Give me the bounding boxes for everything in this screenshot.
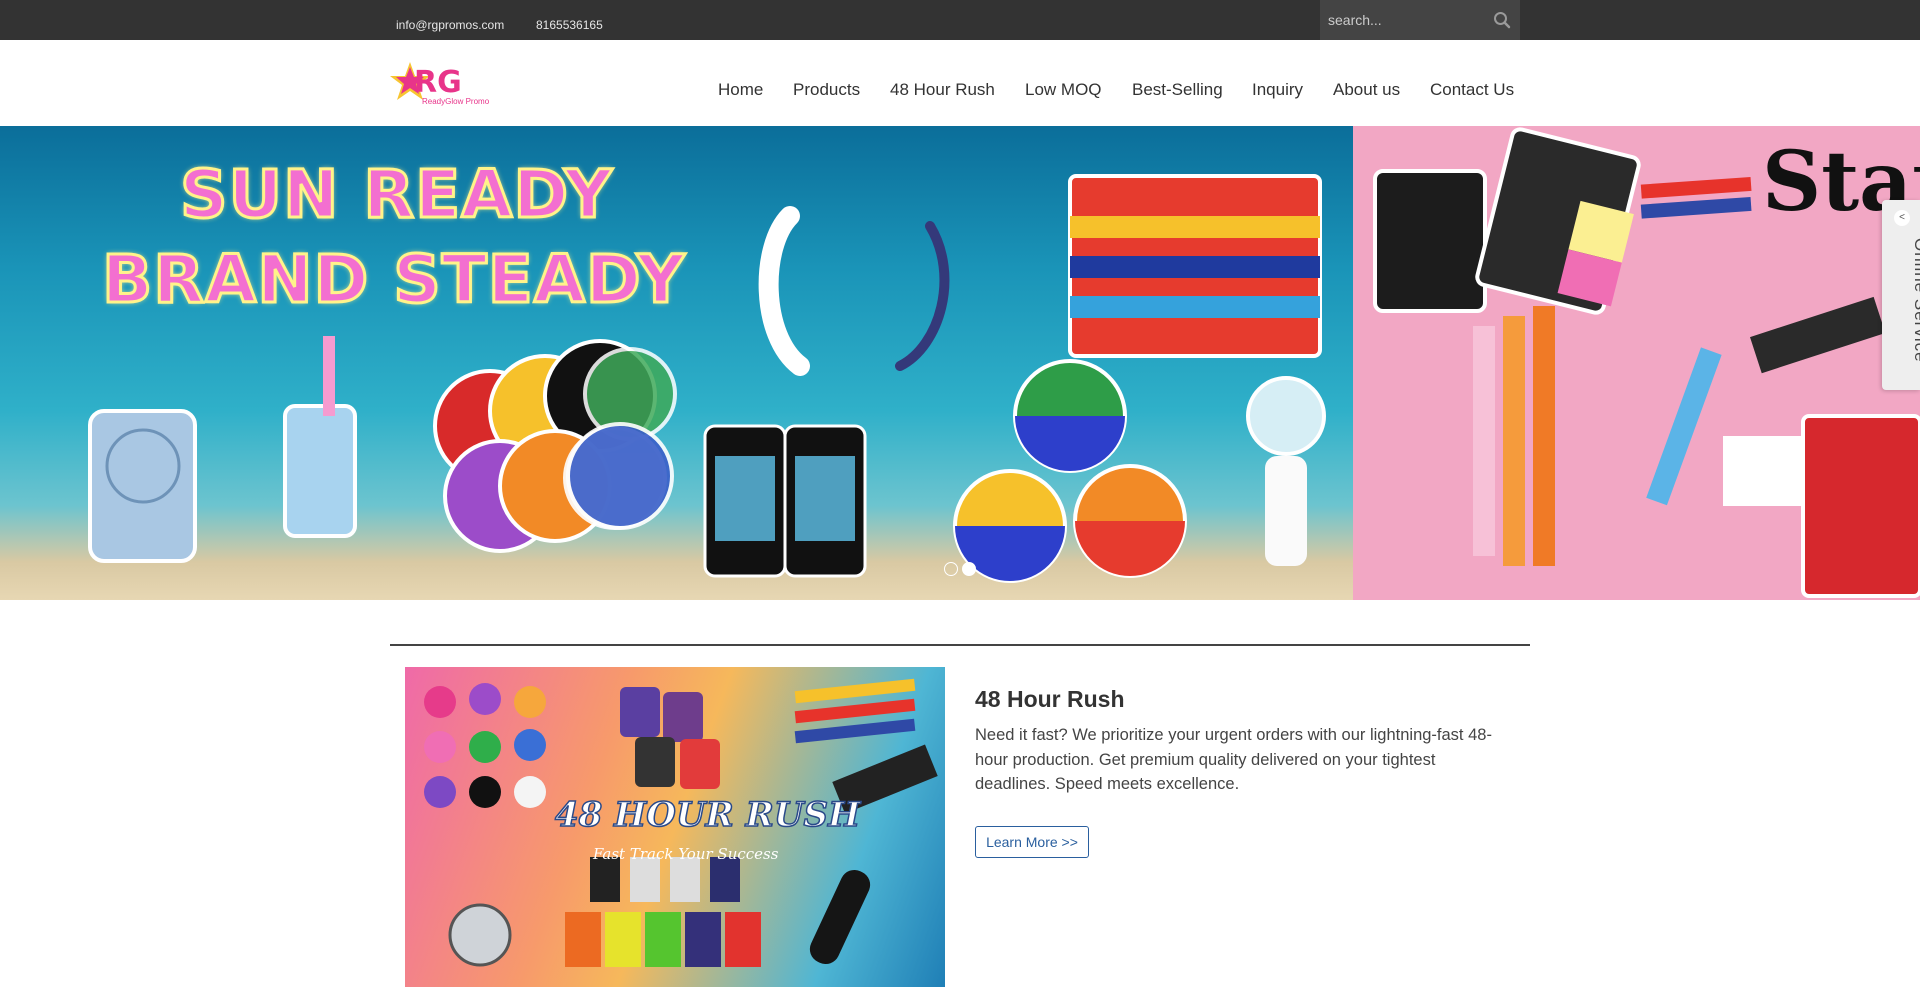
- svg-text:ReadyGlow Promo: ReadyGlow Promo: [422, 97, 490, 106]
- nav-inquiry[interactable]: Inquiry: [1252, 80, 1303, 100]
- contact-email[interactable]: info@rgpromos.com: [396, 18, 504, 32]
- carousel-dot-2[interactable]: [962, 562, 976, 576]
- svg-text:RG: RG: [414, 65, 462, 100]
- feature-image-title: 48 HOUR RUSH: [554, 794, 861, 836]
- search-button[interactable]: [1484, 0, 1520, 40]
- collapse-chevron-icon[interactable]: <: [1894, 210, 1910, 226]
- banner-slide-sun-ready[interactable]: SUN READY BRAND STEADY: [0, 126, 1353, 600]
- nav-home[interactable]: Home: [718, 80, 763, 100]
- nav-about-us[interactable]: About us: [1333, 80, 1400, 100]
- top-bar: info@rgpromos.com 8165536165: [0, 0, 1920, 40]
- nav-products[interactable]: Products: [793, 80, 860, 100]
- nav-48-hour-rush[interactable]: 48 Hour Rush: [890, 80, 995, 100]
- hero-banner[interactable]: SUN READY BRAND STEADY Sta: [0, 126, 1920, 600]
- nav-best-selling[interactable]: Best-Selling: [1132, 80, 1223, 100]
- feature-image-48-hour-rush[interactable]: 48 HOUR RUSH Fast Track Your Success: [405, 667, 945, 987]
- nav-low-moq[interactable]: Low MOQ: [1025, 80, 1102, 100]
- online-service-tab[interactable]: < Online Service: [1882, 200, 1920, 390]
- star-logo-icon: RG ReadyGlow Promo: [390, 62, 490, 106]
- site-header: RG ReadyGlow Promo Home Products 48 Hour…: [0, 40, 1920, 126]
- search-icon: [1494, 12, 1511, 29]
- search-box: [1320, 0, 1520, 40]
- feature-description: Need it fast? We prioritize your urgent …: [975, 726, 1492, 793]
- online-service-label: Online Service: [1911, 238, 1920, 363]
- contact-phone[interactable]: 8165536165: [536, 18, 603, 32]
- feature-title: 48 Hour Rush: [975, 686, 1125, 712]
- banner-products-illustration: [88, 174, 1326, 583]
- section-divider: [390, 644, 1530, 646]
- feature-image-subtitle: Fast Track Your Success: [593, 845, 779, 863]
- learn-more-button[interactable]: Learn More >>: [975, 826, 1089, 858]
- nav-contact-us[interactable]: Contact Us: [1430, 80, 1514, 100]
- search-input[interactable]: [1320, 0, 1485, 40]
- site-logo[interactable]: RG ReadyGlow Promo: [390, 60, 500, 112]
- carousel-dots: [944, 562, 976, 576]
- carousel-dot-1[interactable]: [944, 562, 958, 576]
